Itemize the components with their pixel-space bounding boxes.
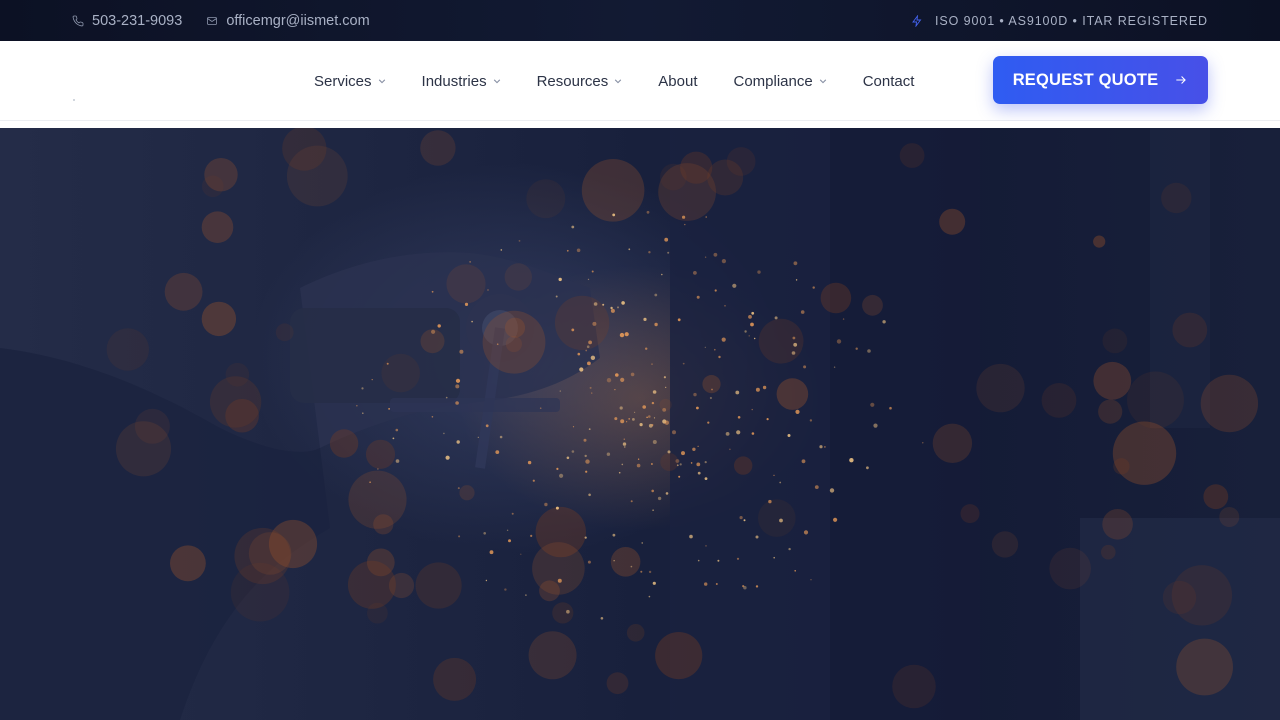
nav-item-industries[interactable]: Industries: [422, 73, 501, 90]
certification-badge: ISO 9001 • AS9100D • ITAR REGISTERED: [911, 14, 1208, 28]
nav-item-label: Industries: [421, 72, 487, 90]
nav-item-resources[interactable]: Resources: [537, 73, 623, 90]
chevron-down-icon: [493, 79, 500, 84]
certification-text: ISO 9001 • AS9100D • ITAR REGISTERED: [935, 13, 1208, 28]
email-link[interactable]: officemgr@iismet.com: [206, 12, 370, 29]
top-bar: 503-231-9093 officemgr@iismet.com ISO 90…: [0, 0, 1280, 41]
request-quote-label: REQUEST QUOTE: [1012, 70, 1159, 89]
nav-item-label: About: [658, 72, 698, 90]
phone-icon: [72, 15, 84, 26]
main-navigation: Services Industries Resources About Comp…: [0, 41, 1280, 121]
nav-menu: Services Industries Resources About Comp…: [314, 41, 950, 121]
nav-item-label: Contact: [862, 72, 915, 90]
nav-item-about[interactable]: About: [658, 73, 697, 90]
chevron-down-icon: [378, 79, 385, 84]
nav-item-services[interactable]: Services: [314, 73, 386, 90]
request-quote-button[interactable]: REQUEST QUOTE: [993, 56, 1208, 104]
chevron-down-icon: [615, 79, 622, 84]
nav-item-label: Compliance: [733, 72, 813, 90]
phone-number: 503-231-9093: [92, 12, 183, 29]
arrow-right-icon: [1176, 76, 1187, 84]
chevron-down-icon: [819, 79, 826, 84]
mail-icon: [207, 16, 218, 25]
phone-link[interactable]: 503-231-9093: [72, 13, 182, 29]
nav-item-contact[interactable]: Contact: [863, 73, 915, 90]
email-address: officemgr@iismet.com: [226, 12, 370, 29]
contact-info: 503-231-9093 officemgr@iismet.com: [72, 13, 370, 29]
nav-item-compliance[interactable]: Compliance: [733, 73, 826, 90]
nav-item-label: Resources: [536, 72, 609, 90]
grinder-sparks-photo: [0, 128, 1280, 720]
hero-section: [0, 128, 1280, 720]
nav-item-label: Services: [314, 72, 372, 90]
header-divider: [0, 121, 1280, 128]
lightning-icon: [912, 14, 922, 27]
logo[interactable]: [73, 99, 75, 101]
